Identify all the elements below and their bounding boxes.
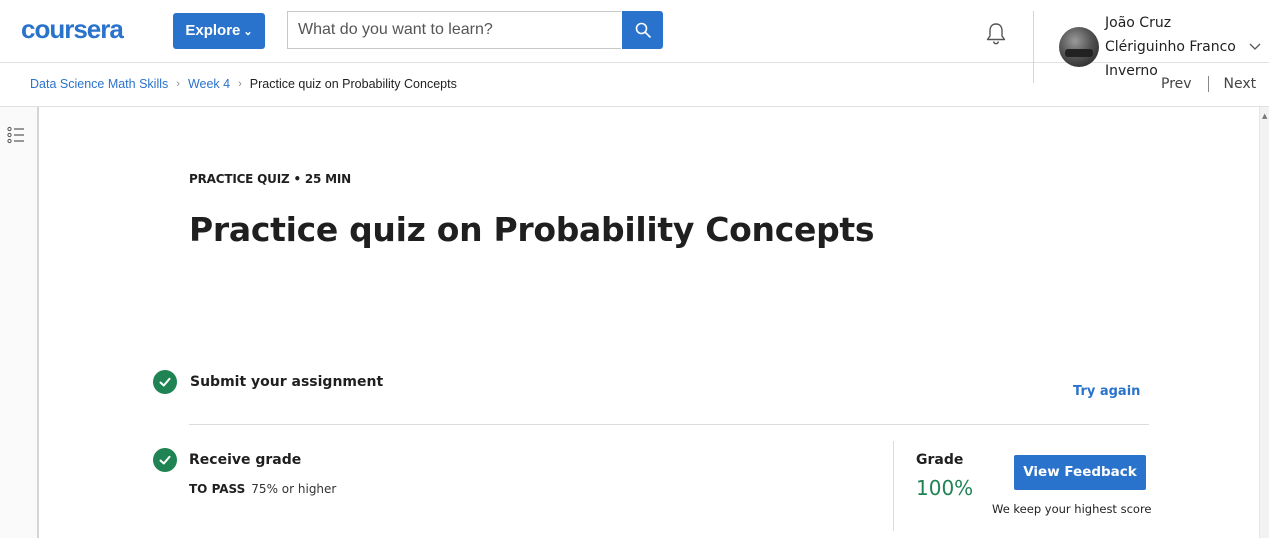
section-divider (189, 424, 1149, 425)
try-again-link[interactable]: Try again (1073, 384, 1140, 399)
chevron-right-icon: › (176, 78, 180, 90)
pass-requirement: TO PASS 75% or higher (189, 482, 336, 496)
explore-label: Explore (185, 22, 241, 39)
scroll-up-icon[interactable]: ▲ (1262, 112, 1267, 120)
header-bottom-rule (0, 106, 1269, 107)
highest-score-note: We keep your highest score (992, 502, 1152, 516)
grade-value: 100% (916, 476, 974, 500)
nav-separator (1207, 76, 1209, 92)
scrollbar[interactable] (1259, 107, 1269, 538)
coursera-logo[interactable]: coursera (21, 14, 124, 44)
to-pass-value: 75% or higher (251, 482, 337, 496)
receive-grade-label: Receive grade (189, 452, 302, 468)
breadcrumb-current: Practice quiz on Probability Concepts (249, 77, 457, 91)
search-button[interactable] (622, 11, 663, 49)
item-navigation: Prev Next (1161, 76, 1256, 92)
explore-button[interactable]: Explore ⌄ (173, 13, 265, 49)
next-link[interactable]: Next (1224, 76, 1257, 92)
prev-link[interactable]: Prev (1161, 76, 1192, 92)
breadcrumb-course-link[interactable]: Data Science Math Skills (30, 77, 168, 91)
page-title: Practice quiz on Probability Concepts (189, 210, 875, 249)
side-rail (0, 107, 39, 538)
chevron-down-icon: ⌄ (243, 26, 253, 38)
user-name[interactable]: João Cruz Clériguinho Franco Inverno (1105, 11, 1240, 83)
chevron-down-icon[interactable] (1248, 40, 1262, 54)
check-circle-icon (153, 448, 177, 472)
chevron-right-icon: › (238, 78, 242, 90)
grade-divider (893, 441, 894, 531)
user-avatar[interactable] (1059, 27, 1099, 67)
to-pass-label: TO PASS (189, 482, 246, 496)
bell-icon[interactable] (982, 20, 1010, 48)
check-circle-icon (153, 370, 177, 394)
course-outline-icon[interactable] (7, 126, 25, 144)
view-feedback-button[interactable]: View Feedback (1014, 455, 1146, 490)
breadcrumb: Data Science Math Skills › Week 4 › Prac… (30, 77, 457, 91)
search-input[interactable] (287, 11, 621, 49)
quiz-kicker: PRACTICE QUIZ • 25 MIN (189, 172, 352, 186)
submit-step-label: Submit your assignment (190, 374, 384, 390)
breadcrumb-week-link[interactable]: Week 4 (188, 77, 230, 91)
header-divider (1033, 11, 1034, 83)
search-icon (635, 22, 651, 38)
grade-label: Grade (916, 452, 964, 468)
